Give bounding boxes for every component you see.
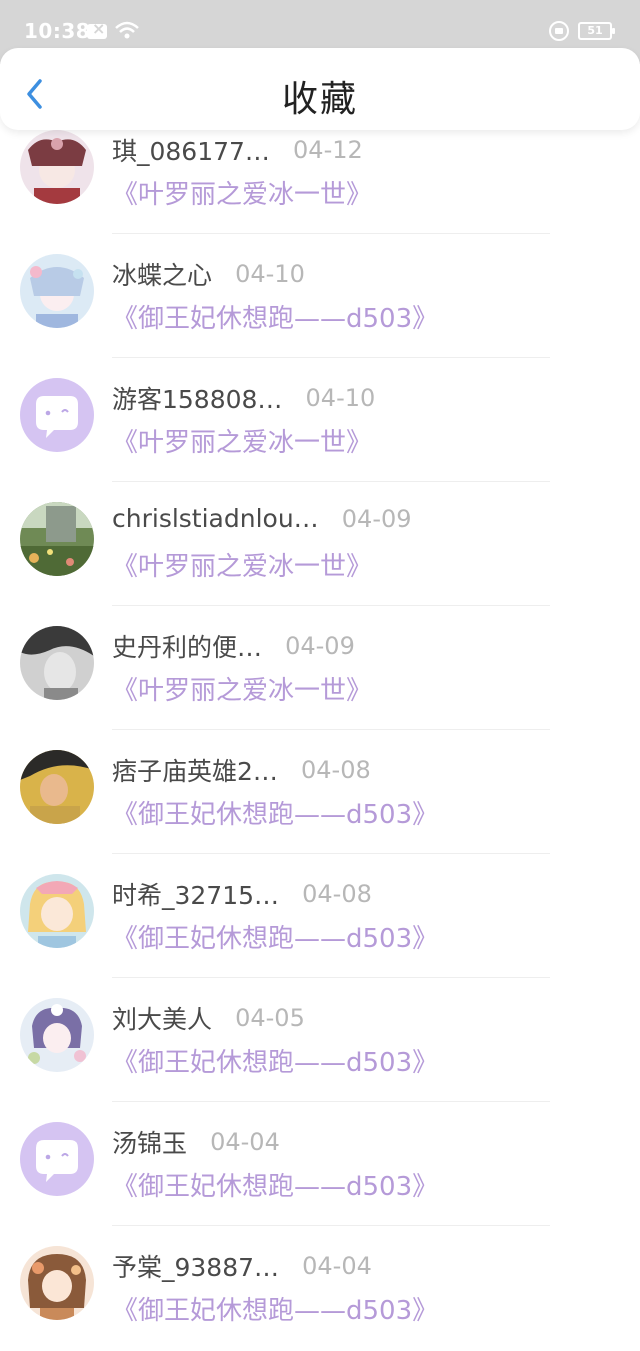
collect-date: 04-10 [305, 384, 376, 412]
favorites-list: 琪_086177… 04-12 《叶罗丽之爱冰一世》 冰蝶之心 04-10 《御… [0, 0, 640, 1351]
user-name: 琪_086177… [112, 137, 270, 166]
book-title-link[interactable]: 《御王妃休想跑——d503》 [112, 918, 438, 955]
collect-date: 04-04 [210, 1128, 280, 1156]
user-avatar[interactable] [20, 254, 94, 328]
book-title-link[interactable]: 《御王妃休想跑——d503》 [112, 1166, 438, 1203]
user-avatar[interactable] [20, 998, 94, 1072]
list-item[interactable]: 冰蝶之心 04-10 《御王妃休想跑——d503》 [0, 234, 640, 358]
user-name: 痞子庙英雄2… [112, 757, 278, 786]
list-item[interactable]: chrislstiadnlou… 04-09 《叶罗丽之爱冰一世》 [0, 482, 640, 606]
book-title-link[interactable]: 《叶罗丽之爱冰一世》 [112, 174, 372, 211]
user-avatar[interactable] [20, 874, 94, 948]
user-avatar[interactable] [20, 750, 94, 824]
user-name: 游客158808… [112, 385, 283, 414]
book-title-link[interactable]: 《叶罗丽之爱冰一世》 [112, 670, 372, 707]
book-title-link[interactable]: 《御王妃休想跑——d503》 [112, 794, 438, 831]
page-title: 收藏 [281, 79, 358, 120]
user-name: 汤锦玉 [112, 1129, 188, 1158]
user-avatar[interactable] [20, 378, 94, 452]
list-item[interactable]: 游客158808… 04-10 《叶罗丽之爱冰一世》 [0, 358, 640, 482]
book-title-link[interactable]: 《叶罗丽之爱冰一世》 [112, 546, 372, 583]
collect-date: 04-09 [285, 632, 355, 660]
header-bar: 收藏 [0, 48, 640, 130]
collect-date: 04-05 [235, 1004, 305, 1032]
user-name: chrislstiadnlou… [112, 504, 319, 533]
user-avatar[interactable] [20, 626, 94, 700]
collect-date: 04-04 [302, 1252, 372, 1280]
user-name: 时希_32715… [112, 881, 280, 910]
list-item[interactable]: 汤锦玉 04-04 《御王妃休想跑——d503》 [0, 1102, 640, 1226]
book-title-link[interactable]: 《御王妃休想跑——d503》 [112, 1290, 438, 1327]
user-avatar[interactable] [20, 130, 94, 204]
book-title-link[interactable]: 《御王妃休想跑——d503》 [112, 298, 438, 335]
list-item[interactable]: 痞子庙英雄2… 04-08 《御王妃休想跑——d503》 [0, 730, 640, 854]
collect-date: 04-12 [293, 136, 363, 164]
user-name: 冰蝶之心 [112, 261, 213, 290]
user-avatar[interactable] [20, 1122, 94, 1196]
user-name: 史丹利的便… [112, 633, 263, 662]
list-item[interactable]: 刘大美人 04-05 《御王妃休想跑——d503》 [0, 978, 640, 1102]
collect-date: 04-08 [302, 880, 372, 908]
user-name: 刘大美人 [112, 1005, 213, 1034]
book-title-link[interactable]: 《叶罗丽之爱冰一世》 [112, 422, 372, 459]
user-avatar[interactable] [20, 1246, 94, 1320]
user-avatar[interactable] [20, 502, 94, 576]
list-item[interactable]: 予棠_93887… 04-04 《御王妃休想跑——d503》 [0, 1226, 640, 1350]
book-title-link[interactable]: 《御王妃休想跑——d503》 [112, 1042, 438, 1079]
list-item[interactable]: 史丹利的便… 04-09 《叶罗丽之爱冰一世》 [0, 606, 640, 730]
collect-date: 04-10 [235, 260, 305, 288]
list-item[interactable]: 时希_32715… 04-08 《御王妃休想跑——d503》 [0, 854, 640, 978]
collect-date: 04-09 [341, 504, 412, 533]
user-name: 予棠_93887… [112, 1253, 280, 1282]
collect-date: 04-08 [301, 756, 371, 784]
